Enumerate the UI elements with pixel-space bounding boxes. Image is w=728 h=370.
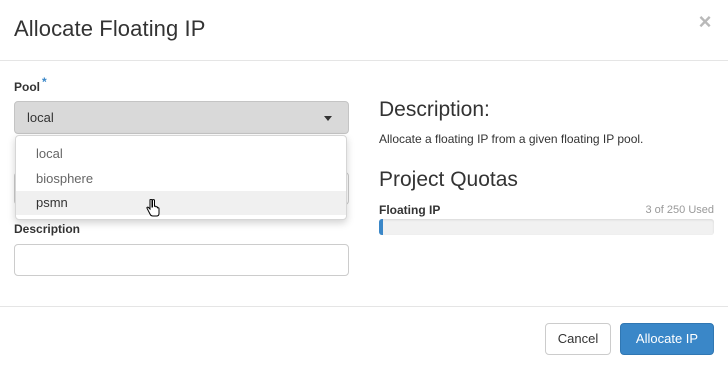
required-marker: * xyxy=(42,75,47,89)
modal-footer: Cancel Allocate IP xyxy=(0,306,728,370)
cancel-button[interactable]: Cancel xyxy=(545,323,611,355)
pool-select-value: local xyxy=(27,110,54,125)
pool-option-psmn[interactable]: psmn xyxy=(16,191,346,215)
allocate-floating-ip-modal: Allocate Floating IP × Pool * local local… xyxy=(0,0,728,370)
pool-label: Pool * xyxy=(14,75,47,94)
quotas-heading: Project Quotas xyxy=(379,168,518,191)
close-icon[interactable]: × xyxy=(697,11,713,33)
modal-title: Allocate Floating IP xyxy=(14,16,206,41)
description-input[interactable] xyxy=(14,244,349,276)
pool-option-local[interactable]: local xyxy=(16,142,346,166)
description-label: Description xyxy=(14,222,81,236)
quota-progress-bar xyxy=(379,219,714,235)
help-text: Allocate a floating IP from a given floa… xyxy=(379,132,644,146)
pool-option-biosphere[interactable]: biosphere xyxy=(16,167,346,191)
quota-progress-fill xyxy=(379,219,384,235)
pool-dropdown-menu: local biosphere psmn xyxy=(15,135,347,220)
caret-down-icon xyxy=(324,116,332,121)
pool-select[interactable]: local xyxy=(14,101,349,134)
allocate-ip-button[interactable]: Allocate IP xyxy=(620,323,714,355)
quota-label-floating-ip: Floating IP xyxy=(379,203,441,217)
quota-usage-text: 3 of 250 Used xyxy=(645,204,715,216)
modal-header: Allocate Floating IP × xyxy=(0,0,728,61)
help-heading: Description: xyxy=(379,98,490,121)
pool-label-text: Pool xyxy=(14,80,40,94)
